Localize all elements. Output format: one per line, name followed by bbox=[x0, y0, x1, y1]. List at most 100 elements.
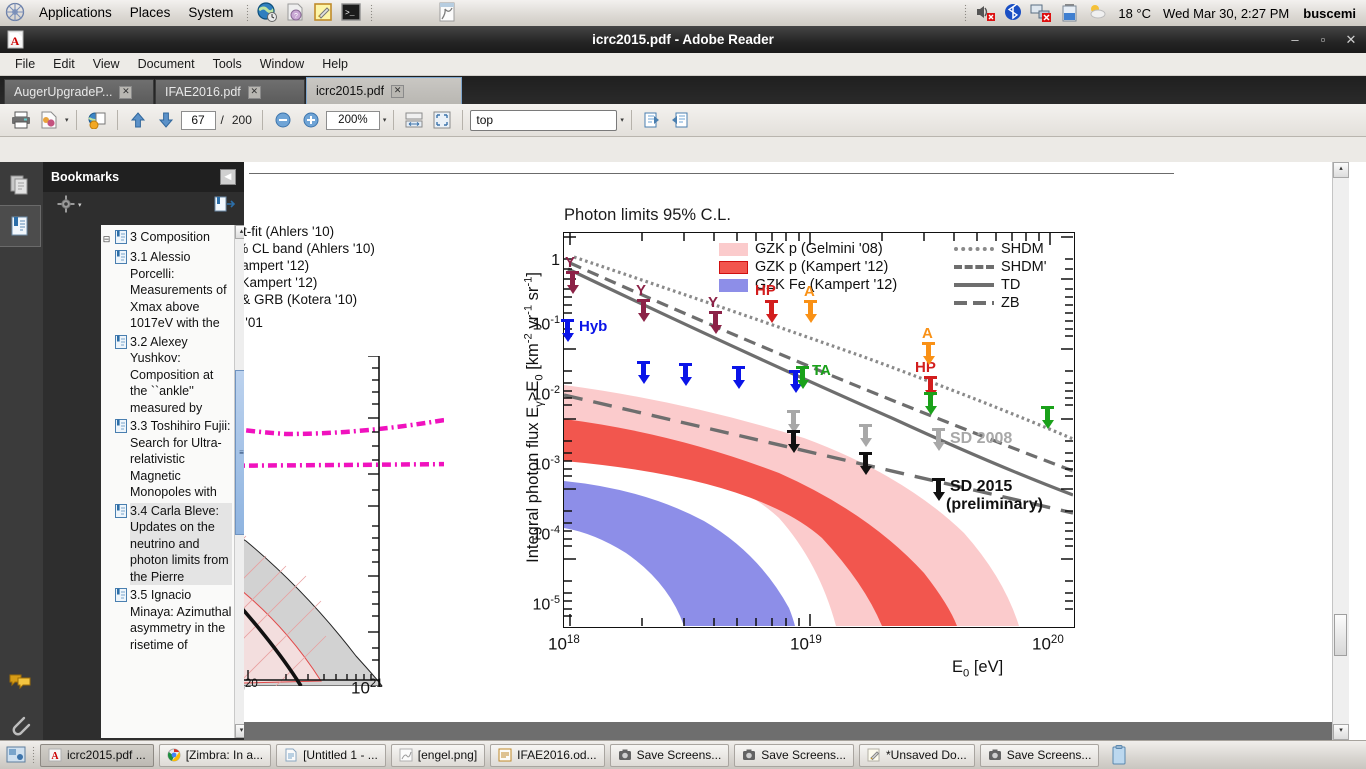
next-view-icon[interactable] bbox=[667, 108, 693, 132]
bookmark-item[interactable]: 3.3 Toshihiro Fujii: Search for Ultra-re… bbox=[101, 417, 234, 502]
window-title: icrc2015.pdf - Adobe Reader bbox=[592, 32, 774, 47]
bookmarks-list[interactable]: energy dependent ⊟ 3 Composition 3.1 Ale… bbox=[101, 225, 234, 738]
rail-page-thumbnails-icon[interactable] bbox=[0, 165, 40, 205]
twisty-collapse-icon[interactable]: ⊟ bbox=[101, 229, 112, 248]
taskbar-item-engel-png[interactable]: [engel.png] bbox=[390, 743, 486, 767]
previous-view-icon[interactable] bbox=[639, 108, 665, 132]
clipboard-icon[interactable] bbox=[1108, 744, 1130, 766]
fit-width-icon[interactable] bbox=[401, 108, 427, 132]
user-menu[interactable]: buscemi bbox=[1303, 6, 1356, 21]
printer-icon[interactable] bbox=[8, 108, 34, 132]
show-desktop-icon[interactable] bbox=[6, 745, 26, 765]
screenshot-icon[interactable] bbox=[436, 1, 460, 25]
bookmark-item[interactable]: ⊟ 3 Composition bbox=[101, 228, 234, 249]
close-icon[interactable]: ✕ bbox=[119, 85, 133, 99]
maximize-button[interactable]: ▫ bbox=[1316, 32, 1330, 47]
up-arrow-icon[interactable] bbox=[125, 108, 151, 132]
doc-tab-ifae2016[interactable]: IFAE2016.pdf ✕ bbox=[155, 79, 305, 104]
taskbar-item-untitled[interactable]: [Untitled 1 - ... bbox=[276, 743, 386, 767]
toolbar-separator-2 bbox=[116, 110, 118, 130]
places-menu[interactable]: Places bbox=[121, 2, 180, 24]
plus-circle-icon[interactable] bbox=[298, 108, 324, 132]
bookmark-label: energy dependent bbox=[115, 225, 232, 227]
rail-attachments-icon[interactable] bbox=[0, 705, 40, 745]
legend-entry: p, Fermi-LAT best-fit (Ahlers '10) bbox=[244, 223, 375, 240]
menu-view[interactable]: View bbox=[84, 55, 129, 73]
doc-tab-auger[interactable]: AugerUpgradeP... ✕ bbox=[4, 79, 154, 104]
menu-document[interactable]: Document bbox=[129, 55, 204, 73]
taskbar-item-save-screenshot-1[interactable]: Save Screens... bbox=[609, 743, 730, 767]
text-editor-icon[interactable] bbox=[312, 1, 336, 25]
network-disconnected-icon[interactable] bbox=[1030, 1, 1054, 25]
taskbar-item-save-screenshot-2[interactable]: Save Screens... bbox=[734, 743, 854, 767]
page-total-label: 200 bbox=[231, 113, 252, 127]
menu-window[interactable]: Window bbox=[251, 55, 313, 73]
upper-limit-arrow-ta-1 bbox=[796, 366, 809, 389]
window-titlebar: A icrc2015.pdf - Adobe Reader – ▫ ✕ bbox=[0, 26, 1366, 53]
document-view[interactable]: ...nic ν models p, Fermi-LAT best-fit (A… bbox=[244, 162, 1349, 740]
taskbar-item-icrc2015[interactable]: A icrc2015.pdf ... bbox=[40, 743, 154, 767]
chevron-down-icon[interactable]: ▾ bbox=[383, 116, 387, 124]
minus-circle-icon[interactable] bbox=[270, 108, 296, 132]
scroll-down-icon[interactable]: ▾ bbox=[1333, 724, 1349, 740]
xtick-1e19: 1019 bbox=[790, 634, 822, 654]
menu-edit[interactable]: Edit bbox=[44, 55, 84, 73]
bookmark-label: 3.1 Alessio Porcelli: Measurements of Xm… bbox=[130, 250, 227, 330]
collapse-panel-button[interactable]: ◂ bbox=[220, 169, 236, 185]
applications-menu[interactable]: Applications bbox=[30, 2, 121, 24]
taskbar-item-unsaved-document[interactable]: *Unsaved Do... bbox=[859, 743, 975, 767]
scrollbar-thumb[interactable] bbox=[1334, 614, 1347, 656]
terminal-icon[interactable]: >_ bbox=[340, 1, 364, 25]
bookmark-item-selected[interactable]: 3.4 Carla Bleve: Updates on the neutrino… bbox=[101, 502, 234, 587]
legend-entry-gzk-p-gelmini: GZK p (Gelmini '08) bbox=[719, 240, 897, 258]
bookmark-icon bbox=[115, 419, 127, 433]
chevron-down-icon[interactable]: ▾ bbox=[65, 116, 69, 124]
globe-icon[interactable] bbox=[256, 1, 280, 25]
gear-icon[interactable] bbox=[57, 195, 75, 216]
navigation-target-input[interactable]: top bbox=[470, 109, 618, 131]
taskbar-item-zimbra[interactable]: [Zimbra: In a... bbox=[158, 743, 272, 767]
menu-tools[interactable]: Tools bbox=[204, 55, 251, 73]
tray-grip bbox=[964, 4, 969, 22]
chevron-down-icon[interactable]: ▾ bbox=[620, 116, 624, 124]
clock-label[interactable]: Wed Mar 30, 2:27 PM bbox=[1163, 6, 1289, 21]
fit-page-icon[interactable] bbox=[429, 108, 455, 132]
zoom-level-input[interactable]: 200% bbox=[325, 110, 380, 130]
menu-help[interactable]: Help bbox=[313, 55, 357, 73]
taskbar-item-save-screenshot-3[interactable]: Save Screens... bbox=[979, 743, 1100, 767]
help-icon[interactable]: ? bbox=[284, 1, 308, 25]
svg-text:A: A bbox=[51, 751, 59, 762]
menu-file[interactable]: File bbox=[6, 55, 44, 73]
down-arrow-icon[interactable] bbox=[153, 108, 179, 132]
legend-entry-shdm: SHDM bbox=[954, 240, 1046, 258]
close-icon[interactable]: ✕ bbox=[247, 85, 261, 99]
document-scrollbar[interactable]: ▴ ▾ bbox=[1332, 162, 1349, 740]
taskbar-item-ifae2016[interactable]: IFAE2016.od... bbox=[490, 743, 605, 767]
close-icon[interactable]: ✕ bbox=[391, 84, 405, 98]
battery-icon[interactable] bbox=[1058, 1, 1082, 25]
close-button[interactable]: ✕ bbox=[1344, 32, 1358, 48]
bookmark-item[interactable]: 3.1 Alessio Porcelli: Measurements of Xm… bbox=[101, 248, 234, 333]
minimize-button[interactable]: – bbox=[1288, 32, 1302, 47]
taskbar-item-label: Save Screens... bbox=[761, 748, 846, 762]
rail-bookmarks-icon[interactable] bbox=[0, 205, 41, 247]
doc-tab-icrc2015[interactable]: icrc2015.pdf ✕ bbox=[306, 77, 462, 104]
desktop-taskbar: A icrc2015.pdf ... [Zimbra: In a... [Unt… bbox=[0, 740, 1366, 769]
rail-comments-icon[interactable] bbox=[0, 662, 40, 702]
scroll-up-icon[interactable]: ▴ bbox=[1333, 162, 1349, 178]
volume-muted-icon[interactable] bbox=[974, 1, 998, 25]
share-email-icon[interactable] bbox=[36, 108, 62, 132]
gnome-foot-icon[interactable] bbox=[4, 1, 28, 25]
expand-bookmarks-icon[interactable] bbox=[214, 196, 236, 215]
web-capture-icon[interactable] bbox=[84, 108, 110, 132]
system-menu[interactable]: System bbox=[179, 2, 242, 24]
upper-limit-arrow-sd2015-2 bbox=[859, 452, 872, 475]
chevron-down-icon[interactable]: ▾ bbox=[78, 201, 82, 209]
bookmark-icon bbox=[115, 334, 127, 349]
legend-label: SHDM bbox=[1001, 241, 1044, 257]
bluetooth-icon[interactable] bbox=[1002, 1, 1026, 25]
page-number-input[interactable]: 67 bbox=[180, 110, 216, 130]
bookmark-item[interactable]: 3.5 Ignacio Minaya: Azimuthal asymmetry … bbox=[101, 586, 234, 654]
bookmark-item[interactable]: 3.2 Alexey Yushkov: Composition at the `… bbox=[101, 333, 234, 418]
legend-entry: p, FRII & SFR (Kampert '12) bbox=[244, 257, 375, 274]
